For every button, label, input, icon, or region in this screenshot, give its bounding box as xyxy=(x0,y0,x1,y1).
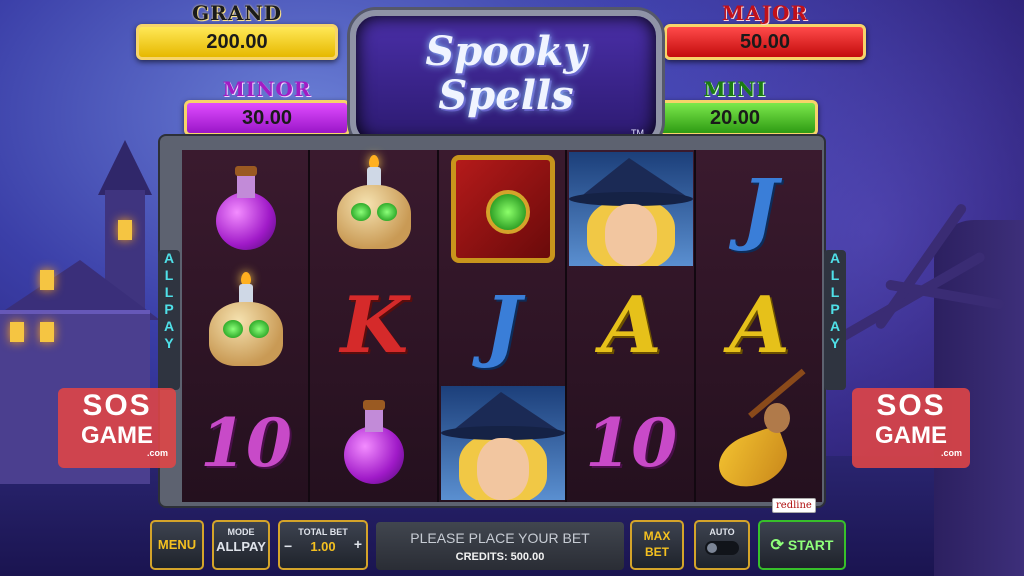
symbol-potion xyxy=(182,150,310,267)
max-bet-button[interactable]: MAX BET xyxy=(630,520,684,570)
jackpot-major-label: MAJOR xyxy=(721,1,809,25)
spellbook-icon xyxy=(450,154,555,263)
watermark-right: SOS GAME .com xyxy=(852,388,970,468)
reel-grid: 10 K J A 10 J A xyxy=(182,150,824,502)
symbol-10: 10 xyxy=(182,384,310,501)
start-label: START xyxy=(787,537,834,553)
refresh-icon: ⟳ xyxy=(770,537,784,554)
jackpot-minor: MINOR 30.00 xyxy=(184,78,350,136)
potion-icon xyxy=(339,398,409,488)
symbol-a-glyph: A xyxy=(729,280,790,371)
mode-label: MODE xyxy=(227,527,255,537)
symbol-10-glyph: 10 xyxy=(200,403,292,482)
logo-line-1: Spooky xyxy=(425,28,587,75)
start-button[interactable]: ⟳ START xyxy=(758,520,846,570)
symbol-j: J xyxy=(696,150,824,267)
symbol-a: A xyxy=(696,267,824,384)
watermark-left: SOS GAME .com xyxy=(58,388,176,468)
symbol-10: 10 xyxy=(567,384,695,501)
bet-decrease-icon[interactable]: − xyxy=(284,538,292,554)
game-logo: Spooky Spells TM xyxy=(350,10,662,148)
allpay-label-right: ALL PAY xyxy=(824,250,846,390)
symbol-k-glyph: K xyxy=(340,280,409,371)
skull-candle-icon xyxy=(329,154,419,255)
reel-2: K xyxy=(310,150,439,502)
symbol-witch xyxy=(567,150,695,267)
reel-5: JA xyxy=(695,150,824,502)
toggle-switch-icon xyxy=(705,541,739,555)
total-bet-control: TOTAL BET 1.00 − + xyxy=(278,520,368,570)
status-message: PLEASE PLACE YOUR BET xyxy=(410,530,590,546)
symbol-a-glyph: A xyxy=(600,280,662,371)
jackpot-mini-value: 20.00 xyxy=(652,100,818,136)
broom-mouse-icon xyxy=(710,368,810,495)
mode-value: ALLPAY xyxy=(216,539,266,554)
reel-4: A 10 xyxy=(567,150,696,502)
symbol-a: A xyxy=(567,267,695,384)
witch-icon xyxy=(569,151,694,266)
symbol-j-glyph: J xyxy=(484,280,522,371)
bet-increase-icon[interactable]: + xyxy=(354,536,362,552)
credits-display: CREDITS: 500.00 xyxy=(455,551,545,563)
symbol-potion xyxy=(310,384,438,501)
symbol-skull xyxy=(310,150,438,267)
reel-1: 10 xyxy=(182,150,311,502)
allpay-label-left: ALL PAY xyxy=(158,250,180,390)
reel-3: J xyxy=(438,150,568,502)
symbol-broom xyxy=(696,368,824,501)
symbol-k: K xyxy=(310,267,438,384)
symbol-j: J xyxy=(439,267,567,384)
status-panel: PLEASE PLACE YOUR BET CREDITS: 500.00 xyxy=(376,522,624,570)
control-bar: MENU MODE ALLPAY TOTAL BET 1.00 − + PLEA… xyxy=(140,510,860,576)
symbol-witch xyxy=(439,384,567,501)
symbol-skull xyxy=(182,267,310,384)
witch-icon xyxy=(440,385,565,500)
symbol-book xyxy=(439,150,567,267)
mode-button[interactable]: MODE ALLPAY xyxy=(212,520,270,570)
skull-candle-icon xyxy=(201,271,291,372)
jackpot-grand-value: 200.00 xyxy=(136,24,338,60)
potion-icon xyxy=(211,164,281,254)
jackpot-minor-value: 30.00 xyxy=(184,100,350,136)
jackpot-minor-label: MINOR xyxy=(222,77,312,101)
symbol-10-glyph: 10 xyxy=(585,403,678,482)
menu-button[interactable]: MENU xyxy=(150,520,204,570)
auto-toggle[interactable]: AUTO xyxy=(694,520,750,570)
jackpot-grand-label: GRAND xyxy=(192,1,282,25)
logo-line-2: Spells xyxy=(438,72,574,119)
jackpot-mini-label: MINI xyxy=(703,77,767,101)
symbol-j-glyph: J xyxy=(741,163,779,254)
jackpot-mini: MINI 20.00 xyxy=(652,78,818,136)
jackpot-major-value: 50.00 xyxy=(664,24,866,60)
auto-label: AUTO xyxy=(709,527,735,537)
jackpot-major: MAJOR 50.00 xyxy=(664,2,866,60)
jackpot-grand: GRAND 200.00 xyxy=(136,2,338,60)
